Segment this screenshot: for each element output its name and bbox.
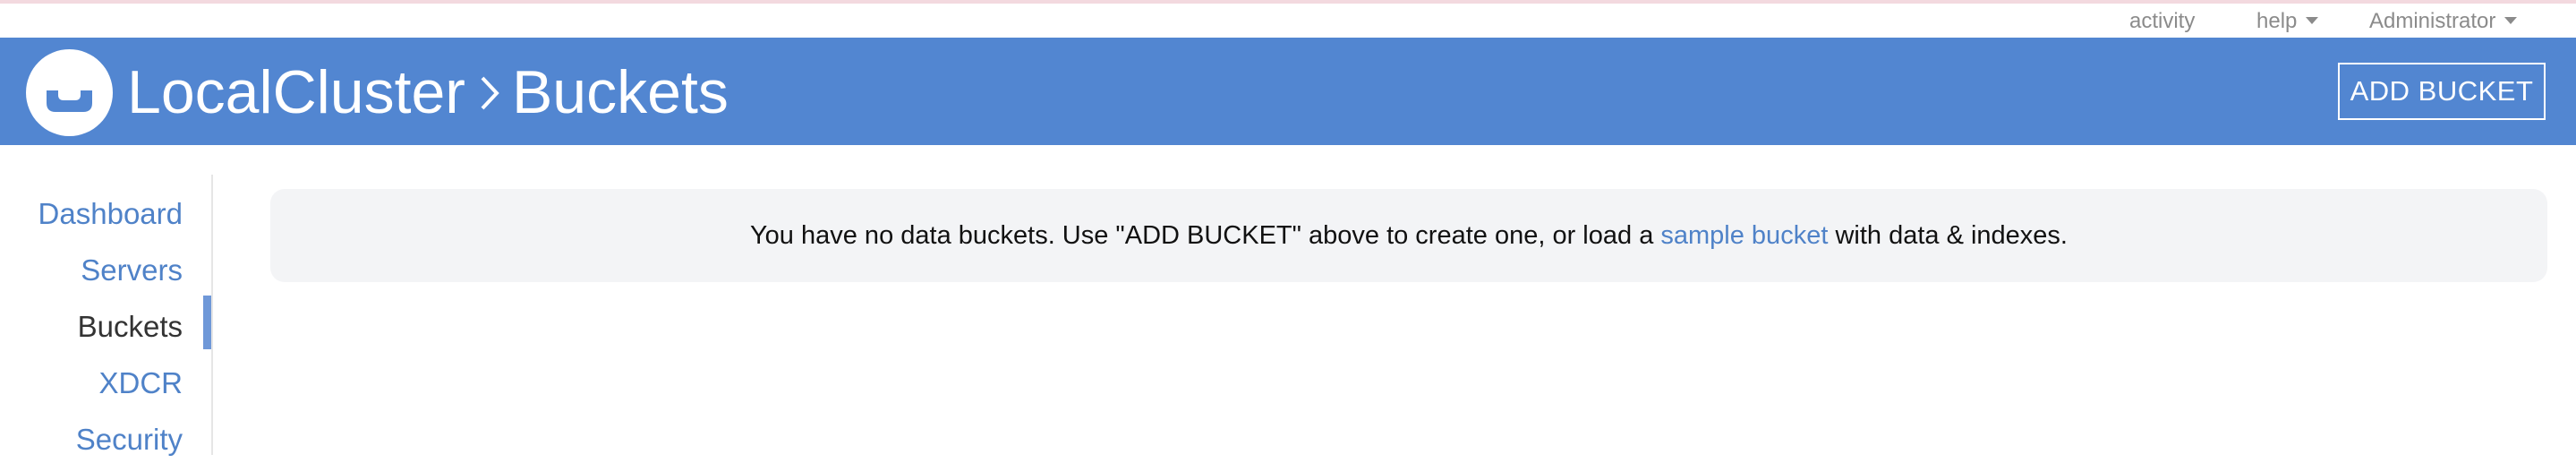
- sidebar-item-xdcr[interactable]: XDCR: [98, 360, 183, 407]
- user-label: Administrator: [2369, 9, 2496, 33]
- help-label: help: [2256, 9, 2298, 33]
- caret-down-icon: [2306, 16, 2319, 24]
- sidebar-item-buckets[interactable]: Buckets: [78, 304, 183, 350]
- add-bucket-button[interactable]: ADD BUCKET: [2338, 63, 2546, 120]
- user-bar: activity help Administrator: [0, 4, 2576, 38]
- notice-text: You have no data buckets. Use "ADD BUCKE…: [750, 221, 1661, 250]
- activity-link[interactable]: activity: [2129, 10, 2195, 33]
- sidebar-item-dashboard[interactable]: Dashboard: [38, 191, 183, 237]
- sidebar-nav: Dashboard Servers Buckets XDCR Security: [0, 175, 213, 456]
- couchbase-logo-icon[interactable]: [26, 49, 113, 136]
- active-indicator: [203, 296, 211, 349]
- notice-text-end: with data & indexes.: [1828, 221, 2068, 250]
- cluster-name: LocalCluster: [127, 58, 465, 126]
- help-menu[interactable]: help: [2256, 9, 2319, 33]
- caret-down-icon: [2504, 16, 2518, 24]
- user-menu[interactable]: Administrator: [2369, 9, 2518, 33]
- sidebar-item-servers[interactable]: Servers: [81, 247, 183, 294]
- page-title: LocalCluster Buckets: [127, 56, 729, 128]
- sample-bucket-link[interactable]: sample bucket: [1660, 221, 1828, 250]
- page-name: Buckets: [511, 58, 729, 126]
- header-bar: LocalCluster Buckets ADD BUCKET: [0, 38, 2576, 145]
- chevron-right-icon: [481, 76, 499, 110]
- sidebar-item-security[interactable]: Security: [76, 416, 183, 463]
- empty-buckets-notice: You have no data buckets. Use "ADD BUCKE…: [270, 189, 2547, 282]
